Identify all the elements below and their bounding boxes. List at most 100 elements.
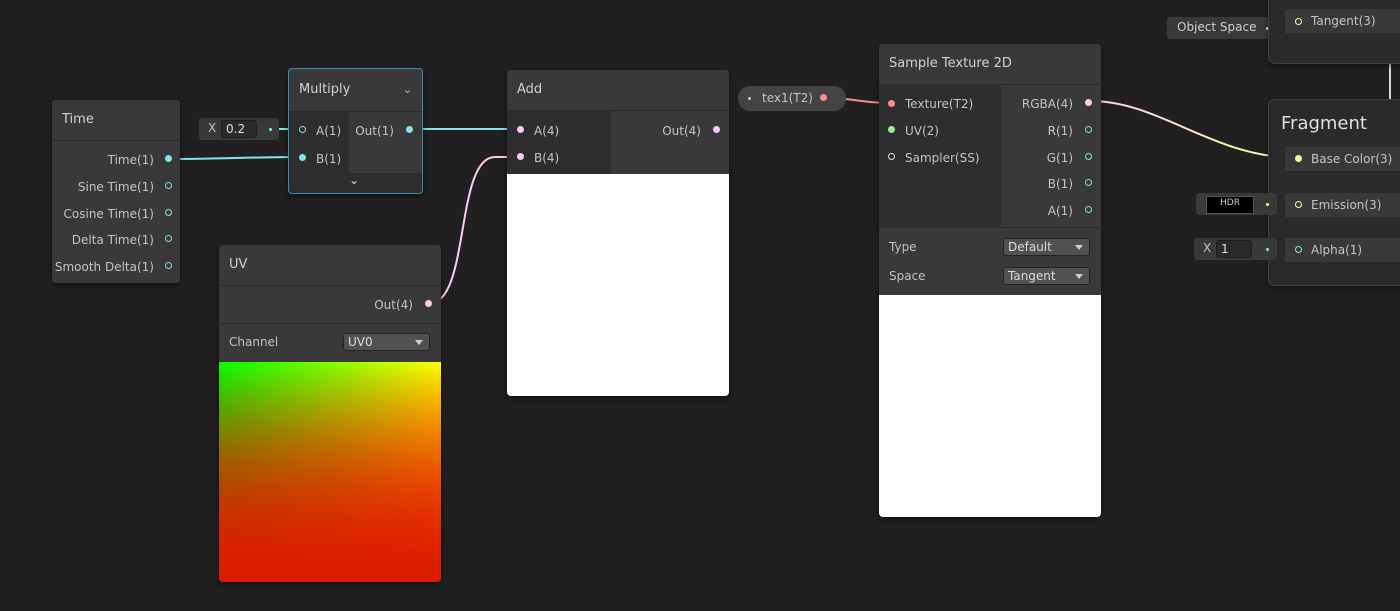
- input-port-icon[interactable]: [299, 154, 306, 161]
- space-dropdown[interactable]: Tangent: [1003, 267, 1090, 285]
- output-port-icon[interactable]: [165, 209, 172, 216]
- wire-uv-to-add-b: [429, 156, 519, 304]
- input-port-row[interactable]: B(1): [316, 152, 341, 166]
- output-port-row[interactable]: B(1): [1048, 177, 1073, 191]
- add-node[interactable]: Add A(4) B(4) Out(4): [507, 70, 729, 396]
- output-port-row[interactable]: A(1): [1048, 204, 1073, 218]
- texture-property-node[interactable]: tex1(T2): [738, 86, 846, 111]
- property-indicator-dot: [748, 97, 751, 100]
- fragment-title: Fragment: [1281, 113, 1367, 134]
- connector-dot: [269, 128, 272, 131]
- x-label: X: [1203, 241, 1212, 255]
- input-port-icon[interactable]: [1295, 246, 1302, 253]
- output-port-icon[interactable]: [1085, 126, 1092, 133]
- hdr-color-swatch[interactable]: HDR: [1206, 196, 1254, 214]
- emission-color-field[interactable]: HDR: [1196, 193, 1277, 215]
- input-port-row[interactable]: A(4): [534, 124, 559, 138]
- output-port-icon[interactable]: [713, 126, 720, 133]
- input-port-icon[interactable]: [1295, 18, 1302, 25]
- dropdown-caret-icon: [415, 340, 423, 345]
- emission-block[interactable]: Emission(3): [1285, 193, 1400, 217]
- output-port-icon[interactable]: [165, 262, 172, 269]
- node-header[interactable]: Sample Texture 2D: [879, 44, 1101, 85]
- multiply-a-default-field[interactable]: X 0.2: [199, 118, 279, 140]
- uv-node[interactable]: UV Out(4) Channel UV0: [219, 245, 441, 582]
- input-port-icon[interactable]: [1295, 155, 1302, 162]
- alpha-block[interactable]: Alpha(1): [1285, 238, 1400, 262]
- settings-area: Type Default Space Tangent: [879, 227, 1101, 296]
- channel-dropdown[interactable]: UV0: [343, 333, 430, 351]
- space-label: Space: [889, 269, 926, 283]
- output-port-icon[interactable]: [165, 235, 172, 242]
- output-port-icon[interactable]: [820, 94, 827, 101]
- alpha-default-field[interactable]: X 1: [1194, 238, 1277, 260]
- input-port-icon[interactable]: [299, 126, 306, 133]
- dropdown-caret-icon: [1075, 274, 1083, 279]
- input-port-icon[interactable]: [888, 126, 895, 133]
- input-port-row[interactable]: Sampler(SS): [905, 151, 980, 165]
- output-port-row[interactable]: Out(4): [662, 124, 701, 138]
- node-header[interactable]: Add: [507, 70, 729, 111]
- node-title: UV: [229, 257, 248, 272]
- output-port-icon[interactable]: [425, 300, 432, 307]
- emission-label: Emission(3): [1311, 198, 1382, 212]
- input-port-row[interactable]: B(4): [534, 151, 559, 165]
- input-port-row[interactable]: Texture(T2): [905, 97, 973, 111]
- input-port-icon[interactable]: [888, 153, 895, 160]
- base-color-block[interactable]: Base Color(3): [1285, 147, 1400, 171]
- channel-label: Channel: [229, 335, 279, 349]
- node-title: Add: [517, 82, 543, 97]
- node-title: Multiply: [299, 82, 351, 97]
- input-port-row[interactable]: A(1): [316, 124, 341, 138]
- output-port-icon[interactable]: [1085, 99, 1092, 106]
- input-port-icon[interactable]: [517, 153, 524, 160]
- output-port-icon[interactable]: [1085, 153, 1092, 160]
- node-header[interactable]: Multiply ⌄: [289, 69, 422, 112]
- vertex-context-block[interactable]: Tangent(3): [1268, 0, 1400, 64]
- type-label: Type: [889, 240, 917, 254]
- output-port-row[interactable]: Sine Time(1): [78, 180, 154, 194]
- multiply-node[interactable]: Multiply ⌄ A(1) B(1) Out(1) ⌄: [288, 68, 423, 194]
- tangent-port-label: Tangent(3): [1311, 14, 1376, 28]
- sample-texture-2d-node[interactable]: Sample Texture 2D Texture(T2) UV(2) Samp…: [879, 44, 1101, 517]
- output-port-icon[interactable]: [1085, 179, 1092, 186]
- collapse-chevron-icon[interactable]: ⌄: [403, 83, 412, 96]
- input-port-icon[interactable]: [517, 126, 524, 133]
- alpha-value-input[interactable]: 1: [1216, 240, 1252, 258]
- tangent-block[interactable]: Tangent(3): [1285, 9, 1400, 33]
- sample-texture-preview: [879, 295, 1101, 517]
- output-port-row[interactable]: G(1): [1047, 151, 1073, 165]
- output-port-icon[interactable]: [165, 155, 172, 162]
- input-port-icon[interactable]: [1295, 201, 1302, 208]
- base-color-label: Base Color(3): [1311, 152, 1393, 166]
- output-port-row[interactable]: Cosine Time(1): [64, 207, 154, 221]
- input-port-icon[interactable]: [888, 100, 895, 107]
- expand-preview-button[interactable]: ⌄: [289, 173, 422, 193]
- output-port-icon[interactable]: [165, 182, 172, 189]
- output-port-row[interactable]: Out(1): [355, 124, 394, 138]
- wire-time-to-multiply-b: [170, 156, 303, 160]
- node-header[interactable]: UV: [219, 245, 441, 286]
- node-title: Sample Texture 2D: [889, 56, 1012, 71]
- output-port-row[interactable]: RGBA(4): [1022, 97, 1073, 111]
- input-port-row[interactable]: UV(2): [905, 124, 939, 138]
- property-label: tex1(T2): [762, 91, 813, 105]
- output-port-row[interactable]: Smooth Delta(1): [55, 260, 154, 274]
- output-port-row[interactable]: Delta Time(1): [72, 233, 154, 247]
- chevron-down-icon: ⌄: [349, 173, 360, 187]
- object-space-label: Object Space: [1177, 20, 1257, 34]
- x-value-input[interactable]: 0.2: [221, 120, 257, 138]
- fragment-context[interactable]: Fragment Base Color(3) Emission(3) Alpha…: [1268, 99, 1400, 286]
- alpha-label: Alpha(1): [1311, 243, 1363, 257]
- connector-dot: [1266, 248, 1269, 251]
- connector-dot: [1266, 203, 1269, 206]
- time-node[interactable]: Time Time(1) Sine Time(1) Cosine Time(1)…: [52, 100, 180, 283]
- output-port-row[interactable]: Time(1): [108, 153, 154, 167]
- node-header[interactable]: Time: [52, 100, 180, 141]
- type-dropdown[interactable]: Default: [1003, 238, 1090, 256]
- output-port-icon[interactable]: [406, 126, 413, 133]
- output-port-row[interactable]: Out(4): [374, 298, 413, 312]
- output-port-row[interactable]: R(1): [1048, 124, 1073, 138]
- output-port-icon[interactable]: [1085, 206, 1092, 213]
- tangent-default-field[interactable]: Object Space: [1167, 17, 1277, 39]
